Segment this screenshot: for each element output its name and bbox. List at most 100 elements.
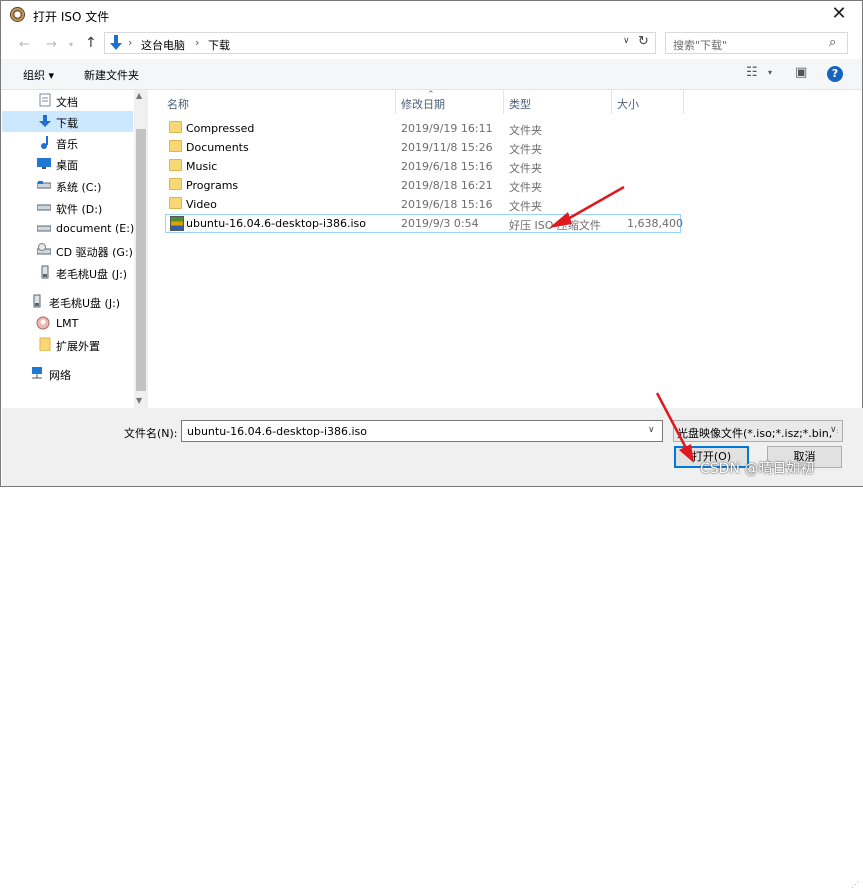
sidebar-item-lmt[interactable]: LMT [2, 313, 133, 334]
up-icon[interactable]: ↑ [85, 35, 97, 51]
sidebar-item-label: 老毛桃U盘 (J:) [49, 297, 121, 310]
drive-icon [37, 204, 51, 211]
command-bar: 组织 ▾ 新建文件夹 ☷ ▾ ▣ ? [1, 59, 862, 90]
file-name: Music [186, 160, 218, 173]
file-modified: 2019/11/8 15:26 [401, 141, 493, 154]
file-type-filter[interactable]: 光盘映像文件(*.iso;*.isz;*.bin;* ∨ [673, 420, 843, 442]
back-icon[interactable]: ← [19, 37, 30, 52]
help-icon[interactable]: ? [827, 66, 843, 82]
file-modified: 2019/6/18 15:16 [401, 198, 493, 211]
file-row-ubuntu-iso[interactable]: ubuntu-16.04.6-desktop-i386.iso 2019/9/3… [165, 214, 683, 233]
sidebar-item-label: 下载 [56, 117, 78, 130]
file-type: 文件夹 [509, 162, 542, 175]
resize-grip-icon[interactable]: ⋰ [851, 880, 859, 889]
address-dropdown-icon[interactable]: ∨ [623, 36, 630, 46]
breadcrumb-this-pc[interactable]: 这台电脑 [141, 37, 185, 53]
file-name: ubuntu-16.04.6-desktop-i386.iso [186, 217, 367, 230]
close-icon[interactable]: ✕ [829, 4, 849, 24]
filter-value: 光盘映像文件(*.iso;*.isz;*.bin;* [677, 427, 838, 440]
file-row-video[interactable]: Video 2019/6/18 15:16 文件夹 [165, 195, 681, 214]
scroll-down-icon[interactable]: ▼ [136, 396, 142, 405]
sidebar-item-label: 扩展外置 [56, 340, 100, 353]
sidebar-item-label: 老毛桃U盘 (J:) [56, 268, 128, 281]
user-icon [36, 316, 50, 330]
chevron-down-icon[interactable]: ∨ [830, 425, 837, 435]
usb-icon [33, 294, 41, 308]
sidebar-item-usb-j-root[interactable]: 老毛桃U盘 (J:) [2, 291, 133, 312]
sidebar-item-drive-e[interactable]: document (E:) [2, 218, 135, 239]
sidebar-item-cd-drive[interactable]: CD 驱动器 (G:) [2, 240, 133, 261]
sidebar-item-downloads[interactable]: 下载 [2, 111, 133, 132]
chevron-down-icon[interactable]: ∨ [648, 425, 655, 435]
search-icon[interactable]: ⌕ [829, 35, 836, 50]
organize-button[interactable]: 组织 ▾ [23, 67, 54, 83]
title-bar: 打开 ISO 文件 ✕ [1, 1, 862, 29]
file-row-programs[interactable]: Programs 2019/8/18 16:21 文件夹 [165, 176, 681, 195]
download-arrow-icon [110, 35, 122, 50]
search-box[interactable]: 搜索"下载" ⌕ [665, 32, 848, 54]
file-type: 文件夹 [509, 124, 542, 137]
network-icon [32, 367, 42, 379]
sidebar-item-label: 系统 (C:) [56, 181, 102, 194]
sidebar-item-label: 软件 (D:) [56, 203, 103, 216]
sidebar-scroll-thumb[interactable] [136, 129, 146, 391]
sidebar-item-label: 音乐 [56, 138, 78, 151]
refresh-icon[interactable]: ↻ [638, 34, 649, 49]
breadcrumb-downloads[interactable]: 下载 [208, 37, 230, 53]
sidebar-item-drive-d[interactable]: 软件 (D:) [2, 197, 133, 218]
preview-pane-icon[interactable]: ▣ [795, 65, 807, 80]
filename-label: 文件名(N): [124, 427, 178, 440]
folder-icon [169, 178, 182, 190]
file-name: Video [186, 198, 217, 211]
file-modified: 2019/8/18 16:21 [401, 179, 493, 192]
sidebar-item-network[interactable]: 网络 [2, 363, 133, 384]
watermark: CSDN @晴日如初 [700, 461, 815, 477]
forward-icon[interactable]: → [46, 37, 57, 52]
sidebar-item-music[interactable]: 音乐 [2, 132, 133, 153]
sidebar-item-label: 网络 [49, 369, 71, 382]
file-row-documents[interactable]: Documents 2019/11/8 15:26 文件夹 [165, 138, 681, 157]
archive-icon [170, 216, 184, 231]
download-icon [39, 115, 51, 127]
file-size: 1,638,400 [627, 217, 683, 230]
folder-icon [169, 140, 182, 152]
file-row-compressed[interactable]: Compressed 2019/9/19 16:11 文件夹 [165, 119, 681, 138]
view-options-icon[interactable]: ☷ [746, 65, 758, 80]
column-header-size[interactable]: 大小 [617, 96, 639, 112]
file-name: Programs [186, 179, 239, 192]
column-header-modified[interactable]: 修改日期 [401, 96, 445, 112]
sidebar-item-documents[interactable]: 文档 [2, 90, 133, 111]
column-header-name[interactable]: 名称 [167, 96, 189, 112]
column-divider [683, 90, 684, 114]
usb-icon [41, 265, 49, 279]
column-divider [611, 90, 612, 114]
sidebar-item-extended[interactable]: 扩展外置 [2, 334, 133, 355]
file-modified: 2019/6/18 15:16 [401, 160, 493, 173]
desktop-icon [37, 158, 51, 169]
sidebar-item-label: 文档 [56, 96, 78, 109]
sidebar-item-desktop[interactable]: 桌面 [2, 153, 133, 174]
app-disc-icon [10, 7, 25, 22]
file-type: 文件夹 [509, 200, 542, 213]
drive-icon [37, 181, 51, 189]
filename-field[interactable]: ubuntu-16.04.6-desktop-i386.iso ∨ [181, 420, 663, 442]
sidebar-item-label: document (E:) [56, 222, 135, 235]
document-icon [39, 93, 51, 107]
music-icon [41, 136, 48, 149]
view-dropdown-icon[interactable]: ▾ [768, 68, 772, 77]
sidebar-item-label: LMT [56, 317, 79, 330]
recent-locations-chevron-icon[interactable]: ▾ [69, 40, 73, 49]
file-modified: 2019/9/19 16:11 [401, 122, 493, 135]
address-bar[interactable]: › 这台电脑 › 下载 ∨ ↻ [104, 32, 656, 54]
cd-drive-icon [37, 243, 51, 255]
sidebar-item-drive-c[interactable]: 系统 (C:) [2, 175, 133, 196]
file-type: 文件夹 [509, 181, 542, 194]
breadcrumb-separator: › [195, 36, 200, 49]
sidebar-item-usb-j[interactable]: 老毛桃U盘 (J:) [2, 262, 133, 283]
scroll-up-icon[interactable]: ▲ [136, 91, 142, 100]
file-row-music[interactable]: Music 2019/6/18 15:16 文件夹 [165, 157, 681, 176]
folder-icon [169, 159, 182, 171]
sidebar-item-label: 桌面 [56, 159, 78, 172]
new-folder-button[interactable]: 新建文件夹 [84, 67, 139, 83]
column-header-type[interactable]: 类型 [509, 96, 531, 112]
